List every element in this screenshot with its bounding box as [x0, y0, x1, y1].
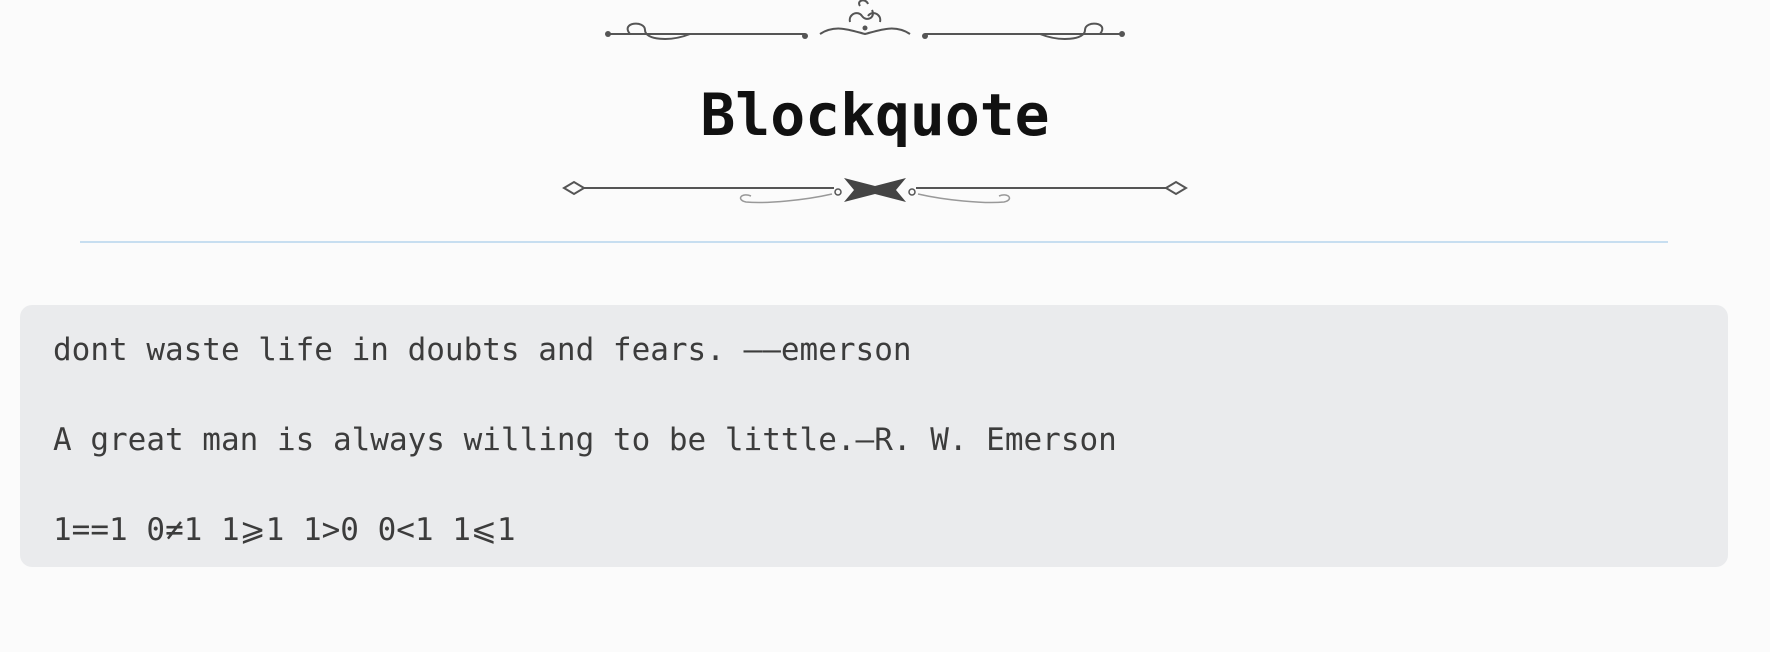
- top-flourish-ornament: [605, 0, 1125, 40]
- heading-divider: [80, 241, 1668, 243]
- blockquote: dont waste life in doubts and fears. ——e…: [20, 305, 1728, 567]
- quote-line-3: 1==1 0≠1 1⩾1 1>0 0<1 1⩽1: [53, 512, 516, 548]
- quote-line-2: A great man is always willing to be litt…: [53, 422, 1117, 458]
- bottom-flourish-ornament: [562, 178, 1188, 204]
- page-title: Blockquote: [700, 81, 1050, 149]
- quote-line-1: dont waste life in doubts and fears. ——e…: [53, 332, 912, 368]
